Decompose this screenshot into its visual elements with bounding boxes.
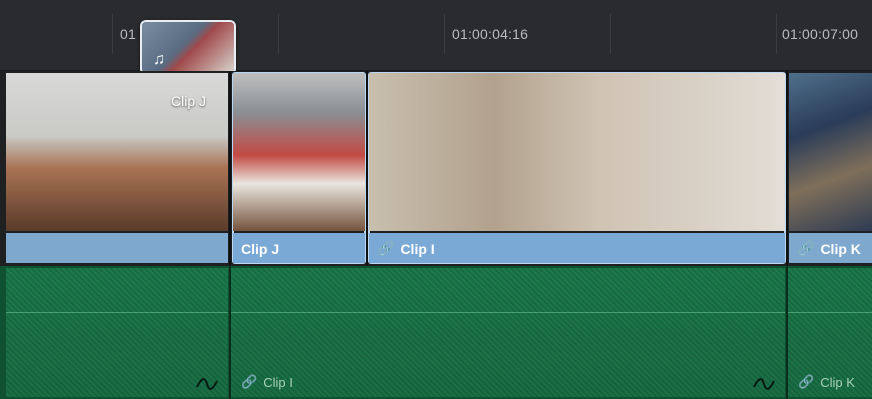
ruler-tick: [112, 14, 113, 54]
audio-clip-name: 🔗 Clip K: [798, 374, 855, 390]
ruler-tick: [444, 14, 445, 54]
clip-overlay-label: Clip J: [170, 93, 206, 109]
audio-waveform-centerline: [6, 312, 228, 313]
video-clip[interactable]: 🔗 Clip I: [368, 72, 786, 264]
clip-name: Clip J: [241, 241, 280, 257]
clip-name-bar: 🔗 Clip K: [789, 233, 872, 263]
clip-thumbnail: [789, 73, 872, 231]
audio-clip[interactable]: 🔗 Clip K: [788, 268, 872, 397]
video-clip[interactable]: Clip J: [232, 72, 366, 264]
clip-name: 🔗 Clip I: [377, 240, 435, 257]
timeline-ruler[interactable]: 01 01:00:04:16 01:00:07:00 ♫: [0, 0, 872, 75]
clip-separator: [786, 71, 788, 265]
audio-clip[interactable]: [6, 268, 228, 397]
link-icon: 🔗: [377, 240, 395, 256]
clip-name-bar: [6, 233, 228, 263]
fade-curve-icon: [753, 378, 775, 390]
audio-waveform-centerline: [788, 312, 872, 313]
clip-thumbnail: [369, 73, 785, 231]
clip-separator: [366, 71, 368, 265]
audio-clip-name: 🔗 Clip I: [241, 374, 293, 390]
audio-clip[interactable]: 🔗 Clip I: [231, 268, 785, 397]
timecode-label: 01:00:04:16: [452, 26, 529, 42]
ruler-tick: [278, 14, 279, 54]
clip-separator: [229, 71, 231, 265]
fade-curve-icon: [196, 378, 218, 390]
timecode-label: 01:00:07:00: [782, 26, 859, 42]
video-track: Clip J Clip J 🔗 Clip I 🔗 Clip K: [0, 71, 872, 265]
link-icon: 🔗: [797, 240, 815, 256]
drag-preview-thumbnail[interactable]: ♫: [140, 20, 236, 75]
clip-thumbnail: [233, 73, 365, 231]
clip-name: 🔗 Clip K: [797, 240, 861, 257]
ruler-tick: [776, 14, 777, 54]
video-clip[interactable]: 🔗 Clip K: [789, 73, 872, 263]
ruler-tick: [610, 14, 611, 54]
audio-track: 🔗 Clip I 🔗 Clip K: [0, 266, 872, 399]
video-clip[interactable]: Clip J: [6, 73, 228, 263]
link-icon: 🔗: [798, 374, 815, 389]
music-note-icon: ♫: [153, 51, 165, 68]
link-icon: 🔗: [241, 374, 258, 389]
audio-waveform-centerline: [231, 312, 785, 313]
timecode-label: 01: [120, 26, 136, 42]
clip-name-bar: 🔗 Clip I: [369, 233, 785, 263]
clip-name-bar: Clip J: [233, 233, 365, 263]
